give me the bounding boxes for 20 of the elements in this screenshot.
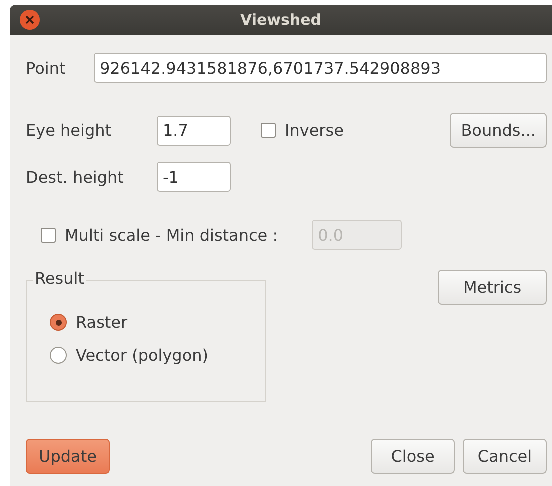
dialog-button[interactable]: Close [371,439,455,474]
bounds-button[interactable]: Bounds... [450,113,547,148]
field-label: Point [26,58,67,78]
point-field[interactable]: 926142.9431581876,6701737.542908893 [94,53,547,83]
field-label: Eye height [26,121,113,140]
metrics-button[interactable]: Metrics [438,270,547,305]
radio-button[interactable] [50,314,67,331]
dialog-button[interactable]: Cancel [463,439,547,474]
field-label: Dest. height [26,168,125,186]
radio-label: Raster [76,313,128,332]
radio-button[interactable] [50,347,67,364]
inverse-checkbox[interactable] [261,123,276,138]
radio-label: Vector (polygon) [76,346,208,365]
checkbox-label: Multi scale - Min distance : [65,226,278,244]
checkbox-label: Inverse [285,121,344,140]
dest-height-field[interactable]: -1 [157,162,231,192]
dialog-button[interactable]: Update [26,439,110,474]
eye-height-field[interactable]: 1.7 [157,116,231,146]
window-title: Viewshed [240,11,322,29]
close-icon[interactable] [20,10,40,30]
